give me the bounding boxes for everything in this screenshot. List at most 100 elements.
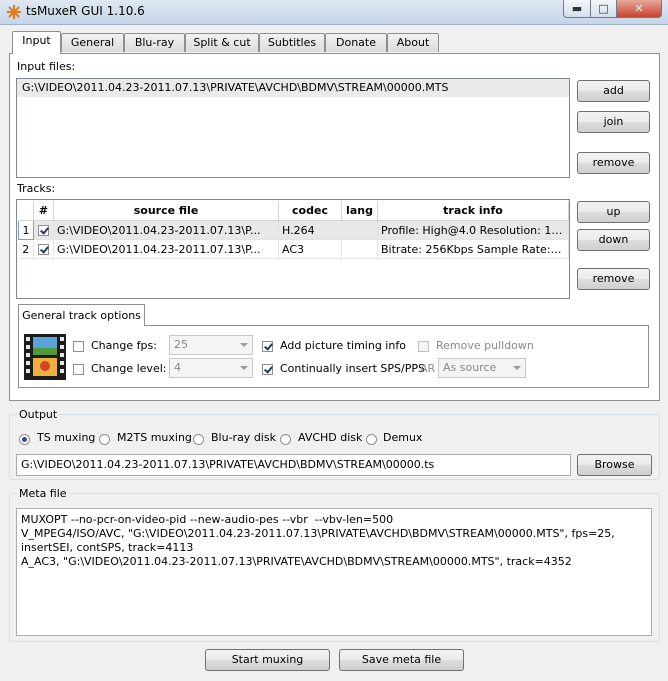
- column-header-track-info[interactable]: track info: [377, 201, 569, 221]
- close-button[interactable]: ✕: [616, 0, 662, 18]
- maximize-icon: □: [598, 2, 609, 15]
- change-fps-checkbox[interactable]: [73, 339, 84, 352]
- move-track-down-button[interactable]: down: [577, 229, 650, 251]
- tab-label: Split & cut: [193, 36, 251, 49]
- checkbox-icon: [38, 225, 49, 236]
- chevron-down-icon: [513, 366, 521, 370]
- track-codec: AC3: [278, 239, 342, 259]
- track-enabled-checkbox[interactable]: [33, 239, 54, 259]
- track-row-number: 1: [18, 220, 34, 240]
- close-icon: ✕: [634, 2, 644, 15]
- output-path-field[interactable]: G:\VIDEO\2011.04.23-2011.07.13\PRIVATE\A…: [16, 454, 571, 476]
- track-row[interactable]: 2 G:\VIDEO\2011.04.23-2011.07.13\P... AC…: [18, 239, 569, 259]
- m2ts-muxing-radio[interactable]: [99, 432, 110, 445]
- change-fps-label: Change fps:: [91, 339, 157, 352]
- remove-pulldown-checkbox[interactable]: [418, 339, 429, 352]
- radio-icon: [193, 433, 204, 445]
- radio-icon: [280, 433, 291, 445]
- tab-label: Donate: [336, 36, 376, 49]
- track-options-panel: [18, 325, 649, 388]
- meta-file-textarea[interactable]: MUXOPT --no-pcr-on-video-pid --new-audio…: [16, 508, 652, 636]
- tab-label: Input: [22, 34, 51, 47]
- tab-general-track-options[interactable]: General track options: [18, 304, 145, 326]
- ts-muxing-radio[interactable]: [19, 432, 30, 445]
- tab-input[interactable]: Input: [12, 31, 61, 54]
- join-file-button[interactable]: join: [577, 111, 650, 133]
- track-info: Profile: High@4.0 Resolution: 1920:...: [377, 220, 569, 240]
- tracks-label: Tracks:: [17, 182, 56, 195]
- aspect-ratio-select[interactable]: As source: [438, 358, 526, 378]
- maximize-button[interactable]: □: [590, 0, 617, 18]
- track-source: G:\VIDEO\2011.04.23-2011.07.13\P...: [53, 239, 279, 259]
- track-row[interactable]: 1 G:\VIDEO\2011.04.23-2011.07.13\P... H.…: [18, 220, 569, 240]
- checkbox-icon: [262, 340, 273, 352]
- remove-pulldown-label: Remove pulldown: [436, 339, 534, 352]
- checkbox-icon: [262, 363, 273, 375]
- avchd-disk-radio[interactable]: [280, 432, 291, 445]
- tab-label: Subtitles: [267, 36, 317, 49]
- track-row-number: 2: [18, 239, 34, 259]
- tab-blu-ray[interactable]: Blu-ray: [124, 33, 185, 52]
- title-bar[interactable]: tsMuxeR GUI 1.10.6 ▬ □ ✕: [0, 0, 668, 25]
- input-files-list[interactable]: G:\VIDEO\2011.04.23-2011.07.13\PRIVATE\A…: [16, 78, 570, 178]
- tab-about[interactable]: About: [387, 33, 439, 52]
- tab-split-cut[interactable]: Split & cut: [185, 33, 259, 52]
- fps-value: 25: [174, 338, 188, 351]
- demux-radio[interactable]: [366, 432, 377, 445]
- radio-icon: [366, 433, 377, 445]
- save-meta-file-button[interactable]: Save meta file: [339, 649, 464, 671]
- column-header-num[interactable]: #: [33, 201, 54, 221]
- tracks-header-row: # source file codec lang track info: [18, 201, 569, 221]
- tab-donate[interactable]: Donate: [325, 33, 387, 52]
- change-level-checkbox[interactable]: [73, 362, 84, 375]
- remove-file-button[interactable]: remove: [577, 152, 650, 174]
- column-header-codec[interactable]: codec: [278, 201, 342, 221]
- tab-subtitles[interactable]: Subtitles: [259, 33, 325, 52]
- add-timing-info-label: Add picture timing info: [280, 339, 406, 352]
- chevron-down-icon: [240, 366, 248, 370]
- tracks-table[interactable]: # source file codec lang track info 1 G:…: [18, 201, 569, 259]
- change-level-label: Change level:: [91, 362, 167, 375]
- browse-button[interactable]: Browse: [577, 454, 652, 476]
- insert-sps-pps-checkbox[interactable]: [262, 362, 273, 375]
- level-select[interactable]: 4: [169, 358, 253, 378]
- track-lang[interactable]: [341, 239, 378, 259]
- radio-icon: [99, 433, 110, 445]
- add-file-button[interactable]: add: [577, 80, 650, 102]
- track-lang[interactable]: [341, 220, 378, 240]
- level-value: 4: [174, 361, 181, 374]
- output-label: Output: [17, 408, 60, 421]
- track-source: G:\VIDEO\2011.04.23-2011.07.13\P...: [53, 220, 279, 240]
- ar-label: AR: [420, 362, 436, 375]
- fps-select[interactable]: 25: [169, 335, 253, 355]
- track-enabled-checkbox[interactable]: [33, 220, 54, 240]
- track-codec: H.264: [278, 220, 342, 240]
- insert-sps-pps-label: Continually insert SPS/PPS: [280, 362, 425, 375]
- track-info: Bitrate: 256Kbps Sample Rate: 48KHz...: [377, 239, 569, 259]
- tab-label: General: [70, 36, 115, 49]
- add-timing-info-checkbox[interactable]: [262, 339, 273, 352]
- ar-value: As source: [443, 361, 497, 374]
- film-strip-icon: [24, 334, 66, 383]
- move-track-up-button[interactable]: up: [577, 201, 650, 223]
- ts-muxing-label: TS muxing: [37, 431, 96, 444]
- column-header-source[interactable]: source file: [53, 201, 279, 221]
- avchd-disk-label: AVCHD disk: [298, 431, 363, 444]
- tab-general[interactable]: General: [61, 33, 124, 52]
- input-files-label: Input files:: [17, 60, 76, 73]
- minimize-icon: ▬: [571, 2, 583, 15]
- input-file-item[interactable]: G:\VIDEO\2011.04.23-2011.07.13\PRIVATE\A…: [17, 79, 569, 97]
- chevron-down-icon: [240, 343, 248, 347]
- checkbox-icon: [73, 340, 84, 352]
- remove-track-button[interactable]: remove: [577, 268, 650, 290]
- column-header-lang[interactable]: lang: [341, 201, 378, 221]
- demux-label: Demux: [383, 431, 423, 444]
- blu-ray-disk-label: Blu-ray disk: [211, 431, 276, 444]
- window-title: tsMuxeR GUI 1.10.6: [26, 4, 145, 18]
- app-icon: [6, 4, 22, 20]
- checkbox-icon: [418, 340, 429, 352]
- start-muxing-button[interactable]: Start muxing: [205, 649, 330, 671]
- minimize-button[interactable]: ▬: [563, 0, 591, 18]
- meta-file-label: Meta file: [17, 487, 69, 500]
- blu-ray-disk-radio[interactable]: [193, 432, 204, 445]
